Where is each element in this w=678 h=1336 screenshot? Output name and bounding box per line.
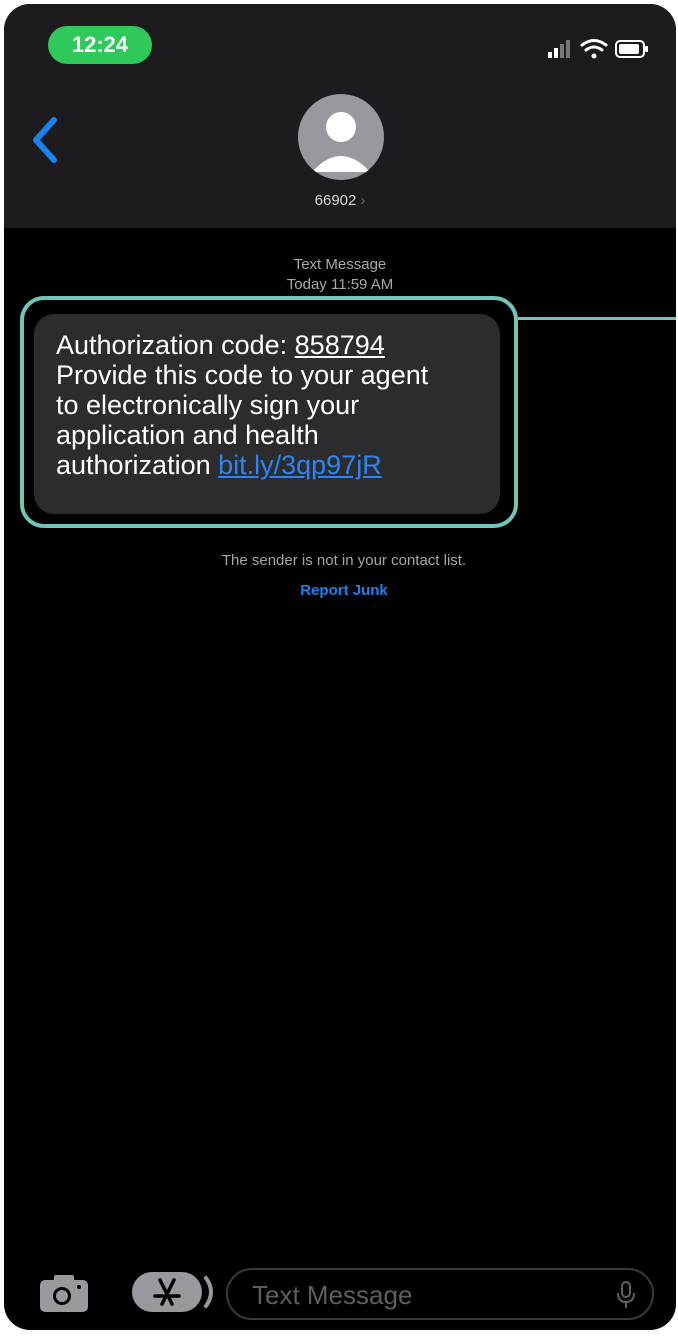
conversation-header: 12:24 66902 › — [4, 4, 676, 228]
camera-icon[interactable] — [38, 1272, 90, 1314]
status-icons — [548, 39, 648, 59]
message-meta-label: Text Message — [293, 256, 387, 273]
contact-number: 66902 — [314, 192, 357, 209]
back-chevron-icon[interactable] — [26, 112, 66, 168]
contact-chevron: › — [360, 192, 366, 209]
callout-line — [518, 317, 676, 320]
message-meta-time: Today 11:59 AM — [286, 276, 394, 293]
message-input-placeholder: Text Message — [252, 1280, 413, 1310]
status-time: 12:24 — [48, 26, 152, 64]
message-input[interactable]: Text Message — [226, 1268, 654, 1320]
report-junk-link[interactable]: Report Junk — [4, 582, 676, 599]
app-store-icon[interactable] — [124, 1268, 220, 1316]
contact-avatar[interactable] — [298, 94, 384, 180]
microphone-icon[interactable] — [616, 1280, 636, 1310]
unknown-sender-notice: The sender is not in your contact list. — [221, 552, 467, 569]
contact-name[interactable]: 66902 › — [240, 192, 440, 209]
highlight-frame — [20, 296, 518, 528]
wifi-icon — [580, 39, 608, 59]
phone-screen: 12:24 66902 › Text Message Today 11:59 A… — [4, 4, 676, 1330]
signal-icon — [548, 40, 570, 58]
person-icon — [312, 112, 370, 172]
battery-icon — [615, 40, 648, 58]
